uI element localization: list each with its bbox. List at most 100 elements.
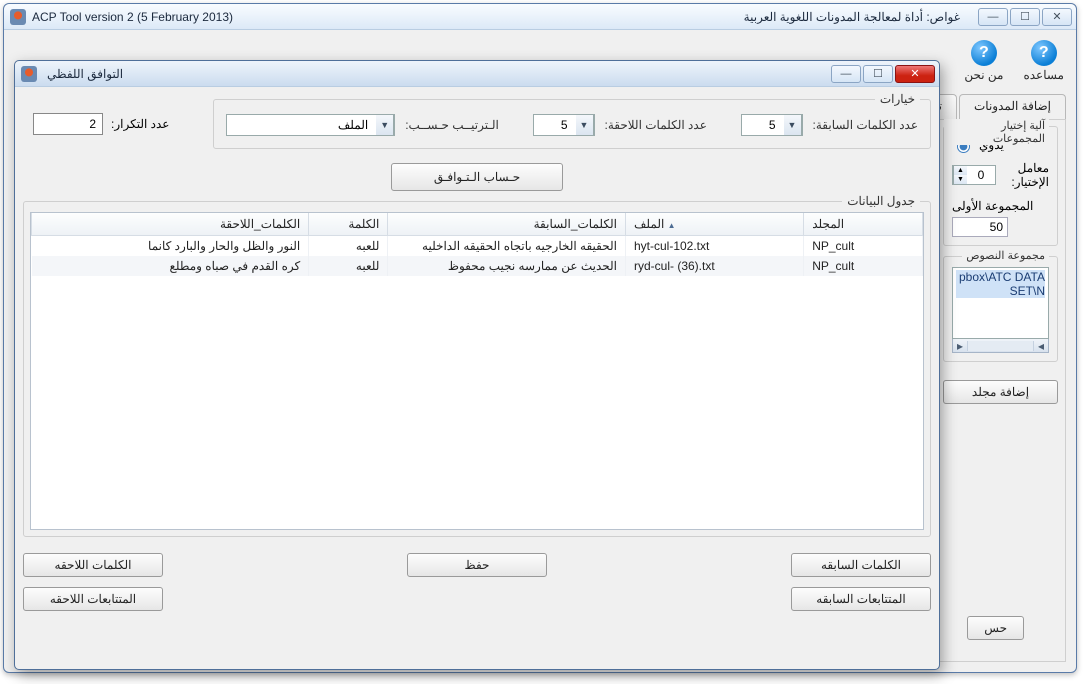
cell-prev: الحديث عن ممارسه نجيب محفوظ <box>388 256 626 276</box>
group1-label: المجموعة الأولى <box>952 199 1033 213</box>
main-title-right: غواص: أداة لمعالجة المدونات اللغوية العر… <box>744 10 960 24</box>
chevron-down-icon: ▼ <box>376 115 394 135</box>
sort-label: الـترتيــب حـســب: <box>405 118 499 132</box>
help-icon-block[interactable]: ? مساعده <box>1023 40 1064 82</box>
cell-next: النور والظل والحار والبارد كانما <box>32 236 309 257</box>
next-words-label: عدد الكلمات اللاحقة: <box>605 118 707 132</box>
left-btn-col: الكلمات اللاحقه المتتابعات اللاحقه <box>23 553 163 611</box>
freq-label: عدد التكرار: <box>111 117 169 131</box>
table-row[interactable]: كره القدم في صباه ومطلعللعبهالحديث عن مم… <box>32 256 923 276</box>
scroll-right[interactable]: ▸ <box>953 339 967 353</box>
options-legend: خيارات <box>875 92 920 106</box>
cell-folder: NP_cult <box>804 236 923 257</box>
compute-row: حـساب الـتـوافـق <box>23 163 931 191</box>
coeff-down[interactable]: ▼ <box>953 175 967 184</box>
prev-words-label: عدد الكلمات السابقة: <box>813 118 918 132</box>
top-icons: ? مساعده ? من نحن <box>964 40 1064 82</box>
next-colloc-button[interactable]: المتتابعات اللاحقه <box>23 587 163 611</box>
prev-words-combo[interactable]: ▼ 5 <box>741 114 803 136</box>
about-label: من نحن <box>964 68 1003 82</box>
about-icon-block[interactable]: ? من نحن <box>964 40 1003 82</box>
right-btn-col: الكلمات السابقه المتتابعات السابقه <box>791 553 931 611</box>
file-listbox[interactable]: pbox\ATC DATA SET\N <box>952 267 1049 339</box>
dlg-minimize-button[interactable]: — <box>831 65 861 83</box>
prev-words-value: 5 <box>742 118 784 132</box>
group1-value-row <box>952 217 1049 237</box>
cell-file: ryd-cul- (36).txt <box>625 256 803 276</box>
group1-row: المجموعة الأولى <box>952 199 1049 213</box>
dlg-maximize-button[interactable]: ☐ <box>863 65 893 83</box>
data-table: الكلمات_اللاحقة الكلمة الكلمات_السابقة ا… <box>31 213 923 276</box>
concordance-dialog: التوافق اللفظي — ☐ ✕ عدد التكرار: خيارات… <box>14 60 940 670</box>
cell-word: للعبه <box>309 236 388 257</box>
compute-concordance-button[interactable]: حـساب الـتـوافـق <box>391 163 563 191</box>
options-fieldset: خيارات عدد الكلمات السابقة: ▼ 5 عدد الكل… <box>213 99 931 149</box>
tab-add-corpora[interactable]: إضافة المدونات <box>959 94 1066 120</box>
help-label: مساعده <box>1023 68 1064 82</box>
dialog-title: التوافق اللفظي <box>47 67 123 81</box>
group-select-fieldset: آلية إختيار المجموعات يدوي معامل الإختيا… <box>943 126 1058 246</box>
freq-input[interactable] <box>33 113 103 135</box>
next-words-combo[interactable]: ▼ 5 <box>533 114 595 136</box>
sort-value: الملف <box>227 118 376 132</box>
cell-next: كره القدم في صباه ومطلع <box>32 256 309 276</box>
java-icon <box>21 66 37 82</box>
main-titlebar: ACP Tool version 2 (5 February 2013) غوا… <box>4 4 1076 30</box>
help-icon: ? <box>1031 40 1057 66</box>
table-header-row: الكلمات_اللاحقة الكلمة الكلمات_السابقة ا… <box>32 213 923 236</box>
table-row[interactable]: النور والظل والحار والبارد كانماللعبهالح… <box>32 236 923 257</box>
main-compute-button[interactable]: حس <box>967 616 1024 640</box>
group-select-legend: آلية إختيار المجموعات <box>944 119 1049 145</box>
file-list-item[interactable]: pbox\ATC DATA SET\N <box>956 270 1045 298</box>
coeff-input[interactable] <box>967 166 995 184</box>
coeff-spinner[interactable]: ▲▼ <box>952 165 996 185</box>
sort-combo[interactable]: ▼ الملف <box>226 114 395 136</box>
text-group-fieldset: مجموعة النصوص pbox\ATC DATA SET\N ◂ ▸ <box>943 256 1058 362</box>
scroll-left[interactable]: ◂ <box>1034 339 1048 353</box>
coeff-label: معامل الإختيار: <box>1000 161 1049 189</box>
next-words-value: 5 <box>534 118 576 132</box>
main-title-left: ACP Tool version 2 (5 February 2013) <box>32 10 233 24</box>
coeff-up[interactable]: ▲ <box>953 166 967 175</box>
col-prev-words[interactable]: الكلمات_السابقة <box>388 213 626 236</box>
col-folder[interactable]: المجلد <box>804 213 923 236</box>
sort-asc-icon: ▲ <box>668 221 676 230</box>
center-btn-col: حفظ <box>407 553 547 577</box>
java-icon <box>10 9 26 25</box>
about-icon: ? <box>971 40 997 66</box>
coeff-row: معامل الإختيار: ▲▼ <box>952 161 1049 189</box>
data-fieldset: جدول البيانات الكلمات_اللاحقة الكلمة الك… <box>23 201 931 537</box>
col-file[interactable]: الملف ▲ <box>625 213 803 236</box>
add-folder-button[interactable]: إضافة مجلد <box>943 380 1058 404</box>
side-area: آلية إختيار المجموعات يدوي معامل الإختيا… <box>943 126 1058 404</box>
scroll-track[interactable] <box>967 341 1034 351</box>
main-window-controls: — ☐ ✕ <box>978 8 1072 26</box>
col-next-words[interactable]: الكلمات_اللاحقة <box>32 213 309 236</box>
dialog-window-controls: — ☐ ✕ <box>831 65 935 83</box>
group1-input[interactable] <box>952 217 1008 237</box>
dlg-close-button[interactable]: ✕ <box>895 65 935 83</box>
minimize-button[interactable]: — <box>978 8 1008 26</box>
data-legend: جدول البيانات <box>842 194 920 208</box>
chevron-down-icon: ▼ <box>784 115 802 135</box>
chevron-down-icon: ▼ <box>576 115 594 135</box>
data-table-wrap: الكلمات_اللاحقة الكلمة الكلمات_السابقة ا… <box>30 212 924 530</box>
prev-colloc-button[interactable]: المتتابعات السابقه <box>791 587 931 611</box>
table-body: النور والظل والحار والبارد كانماللعبهالح… <box>32 236 923 277</box>
save-button[interactable]: حفظ <box>407 553 547 577</box>
cell-prev: الحقيقه الخارجيه باتجاه الحقيقه الداخليه <box>388 236 626 257</box>
close-button[interactable]: ✕ <box>1042 8 1072 26</box>
bottom-button-row: الكلمات اللاحقه المتتابعات اللاحقه حفظ ا… <box>23 553 931 611</box>
text-group-legend: مجموعة النصوص <box>962 249 1049 262</box>
listbox-scrollbar[interactable]: ◂ ▸ <box>952 339 1049 353</box>
cell-file: hyt-cul-102.txt <box>625 236 803 257</box>
col-word[interactable]: الكلمة <box>309 213 388 236</box>
cell-word: للعبه <box>309 256 388 276</box>
maximize-button[interactable]: ☐ <box>1010 8 1040 26</box>
options-row: عدد الكلمات السابقة: ▼ 5 عدد الكلمات الل… <box>226 114 918 136</box>
cell-folder: NP_cult <box>804 256 923 276</box>
next-words-button[interactable]: الكلمات اللاحقه <box>23 553 163 577</box>
dialog-titlebar[interactable]: التوافق اللفظي — ☐ ✕ <box>15 61 939 87</box>
prev-words-button[interactable]: الكلمات السابقه <box>791 553 931 577</box>
dialog-body: عدد التكرار: خيارات عدد الكلمات السابقة:… <box>23 89 931 661</box>
